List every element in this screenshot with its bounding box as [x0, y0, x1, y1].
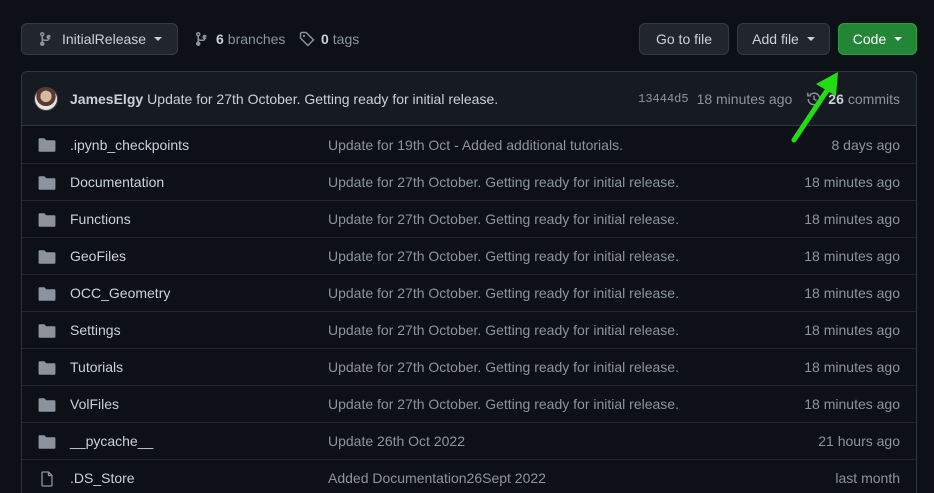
- latest-commit-bar: JamesElgy Update for 27th October. Getti…: [22, 72, 916, 126]
- file-age: 18 minutes ago: [804, 359, 900, 375]
- code-button[interactable]: Code: [838, 23, 917, 55]
- file-commit-message[interactable]: Update for 27th October. Getting ready f…: [328, 174, 679, 190]
- commit-meta: 13444d5 18 minutes ago 26 commits: [638, 72, 900, 126]
- file-row[interactable]: Documentation Update for 27th October. Ge…: [22, 163, 916, 200]
- code-label: Code: [852, 31, 887, 47]
- file-row[interactable]: .ipynb_checkpoints Update for 19th Oct - …: [22, 126, 916, 163]
- commit-message[interactable]: Update for 27th October. Getting ready f…: [147, 91, 498, 107]
- file-age: 18 minutes ago: [804, 211, 900, 227]
- branches-count: 6: [216, 31, 224, 47]
- commits-label: commits: [847, 91, 900, 107]
- folder-icon: [38, 360, 56, 376]
- commit-time: 18 minutes ago: [696, 91, 793, 107]
- file-row[interactable]: __pycache__ Update 26th Oct 2022 21 hours …: [22, 422, 916, 459]
- file-age: 18 minutes ago: [804, 248, 900, 264]
- repo-toolbar: InitialRelease 6 branches 0 tags Go to f…: [21, 23, 917, 55]
- branch-name: InitialRelease: [62, 31, 147, 47]
- file-name[interactable]: .DS_Store: [70, 470, 135, 486]
- green-arrow-annotation: [791, 72, 838, 143]
- file-commit-message[interactable]: Added Documentation26Sept 2022: [328, 470, 546, 486]
- file-commit-message[interactable]: Update for 27th October. Getting ready f…: [328, 359, 679, 375]
- file-row[interactable]: GeoFiles Update for 27th October. Getting…: [22, 237, 916, 274]
- git-branch-icon: [40, 32, 51, 46]
- file-age: 18 minutes ago: [804, 174, 900, 190]
- folder-icon: [38, 434, 56, 450]
- folder-icon: [38, 212, 56, 228]
- branches-link[interactable]: 6 branches: [194, 23, 285, 55]
- file-browser: JamesElgy Update for 27th October. Getti…: [21, 71, 917, 493]
- commit-author[interactable]: JamesElgy: [70, 91, 143, 107]
- file-name[interactable]: .ipynb_checkpoints: [70, 137, 189, 153]
- file-commit-message[interactable]: Update for 27th October. Getting ready f…: [328, 396, 679, 412]
- file-age: 18 minutes ago: [804, 396, 900, 412]
- file-age: 21 hours ago: [818, 433, 900, 449]
- file-commit-message[interactable]: Update 26th Oct 2022: [328, 433, 465, 449]
- tags-label: tags: [332, 31, 360, 47]
- chevron-down-icon: [154, 37, 163, 41]
- folder-icon: [38, 397, 56, 413]
- file-list: .ipynb_checkpoints Update for 19th Oct - …: [22, 126, 916, 493]
- git-branch-icon: [196, 32, 207, 46]
- folder-icon: [38, 249, 56, 265]
- file-name[interactable]: OCC_Geometry: [70, 285, 170, 301]
- file-commit-message[interactable]: Update for 27th October. Getting ready f…: [328, 211, 679, 227]
- tag-icon: [299, 31, 315, 47]
- branch-selector-button[interactable]: InitialRelease: [21, 23, 178, 55]
- file-name[interactable]: Functions: [70, 211, 131, 227]
- add-file-label: Add file: [752, 31, 799, 47]
- chevron-down-icon: [806, 37, 815, 41]
- commit-sha[interactable]: 13444d5: [638, 92, 688, 106]
- go-to-file-label: Go to file: [655, 31, 713, 47]
- file-age: 18 minutes ago: [804, 285, 900, 301]
- file-row[interactable]: VolFiles Update for 27th October. Getting…: [22, 385, 916, 422]
- file-row[interactable]: Functions Update for 27th October. Gettin…: [22, 200, 916, 237]
- chevron-down-icon: [894, 37, 903, 41]
- file-row[interactable]: Settings Update for 27th October. Getting…: [22, 311, 916, 348]
- file-icon: [38, 471, 56, 487]
- file-name[interactable]: Documentation: [70, 174, 164, 190]
- avatar[interactable]: [34, 86, 58, 111]
- file-age: last month: [835, 470, 900, 486]
- branches-label: branches: [227, 31, 286, 47]
- file-name[interactable]: __pycache__: [70, 433, 153, 449]
- file-name[interactable]: GeoFiles: [70, 248, 126, 264]
- folder-icon: [38, 175, 56, 191]
- file-commit-message[interactable]: Update for 19th Oct - Added additional t…: [328, 137, 623, 153]
- file-row[interactable]: Tutorials Update for 27th October. Gettin…: [22, 348, 916, 385]
- folder-icon: [38, 323, 56, 339]
- file-age: 18 minutes ago: [804, 322, 900, 338]
- tags-link[interactable]: 0 tags: [299, 23, 359, 55]
- file-row[interactable]: .DS_Store Added Documentation26Sept 2022 l…: [22, 459, 916, 493]
- file-commit-message[interactable]: Update for 27th October. Getting ready f…: [328, 322, 679, 338]
- add-file-button[interactable]: Add file: [737, 23, 830, 55]
- file-name[interactable]: Settings: [70, 322, 121, 338]
- folder-icon: [38, 286, 56, 302]
- file-commit-message[interactable]: Update for 27th October. Getting ready f…: [328, 285, 679, 301]
- folder-icon: [38, 137, 56, 153]
- tags-count: 0: [321, 31, 329, 47]
- file-name[interactable]: VolFiles: [70, 396, 119, 412]
- file-row[interactable]: OCC_Geometry Update for 27th October. Get…: [22, 274, 916, 311]
- go-to-file-button[interactable]: Go to file: [639, 23, 729, 55]
- file-commit-message[interactable]: Update for 27th October. Getting ready f…: [328, 248, 679, 264]
- file-name[interactable]: Tutorials: [70, 359, 123, 375]
